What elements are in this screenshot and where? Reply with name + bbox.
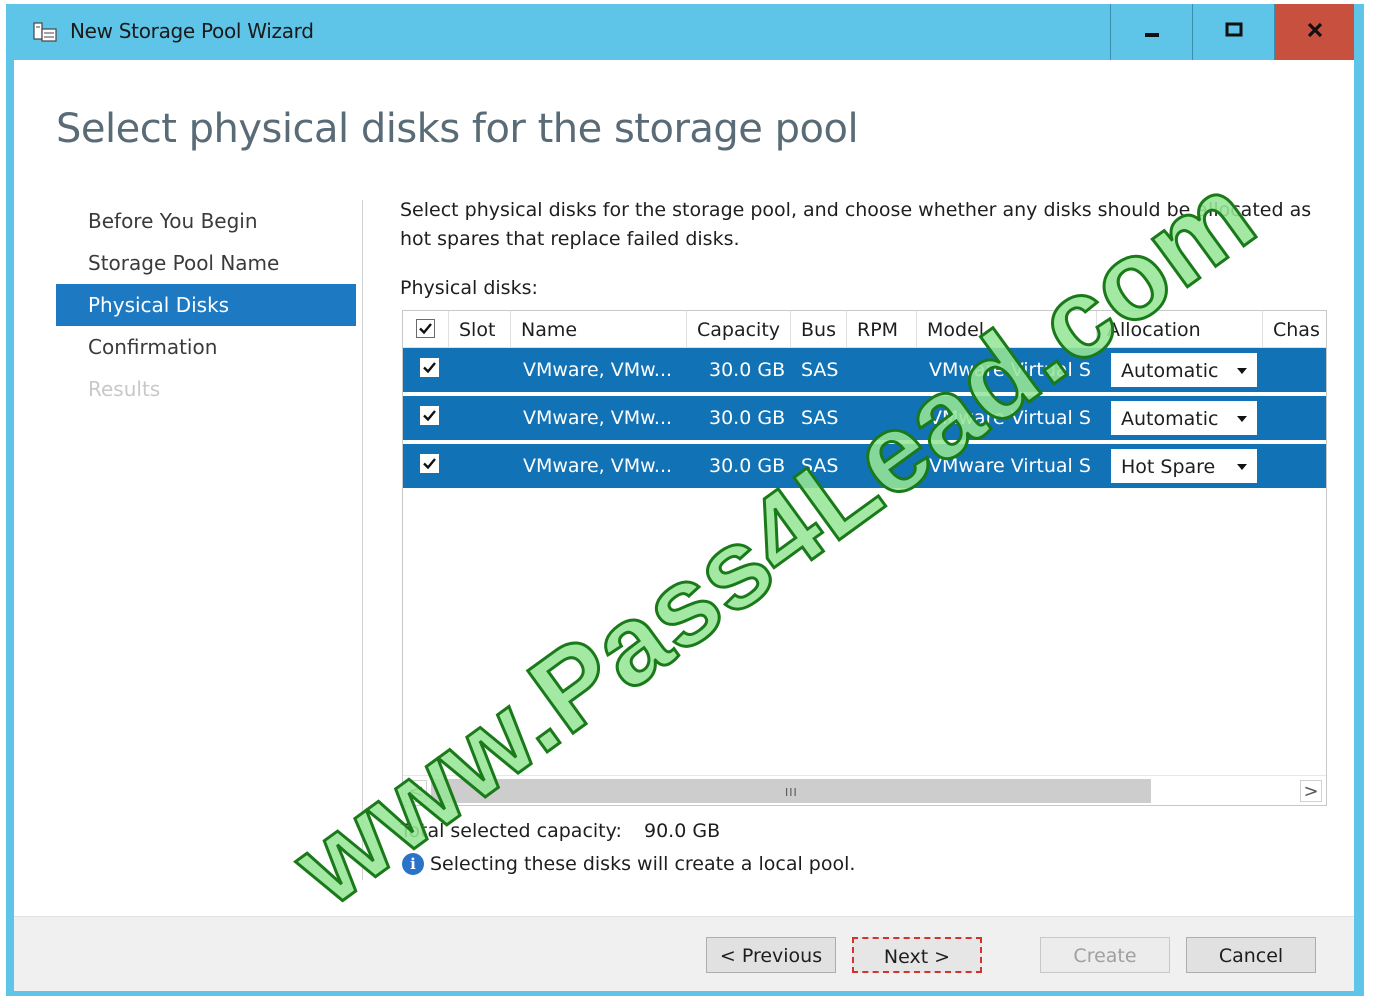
wizard-nav: Before You Begin Storage Pool Name Physi…: [56, 200, 356, 410]
column-header-capacity[interactable]: Capacity: [687, 311, 791, 347]
wizard-window: New Storage Pool Wizard Select physical …: [6, 4, 1364, 996]
scrollbar-grip-icon: III: [785, 786, 798, 799]
page-title: Select physical disks for the storage po…: [56, 106, 859, 152]
info-icon: i: [402, 853, 424, 875]
cell-bus: SAS: [801, 455, 839, 477]
scroll-right-button[interactable]: >: [1300, 780, 1322, 802]
cell-slot: [459, 444, 499, 488]
nav-item-before-you-begin[interactable]: Before You Begin: [56, 200, 356, 242]
column-header-model[interactable]: Model: [917, 311, 1097, 347]
total-capacity-label: Total selected capacity:: [400, 820, 622, 842]
chevron-down-icon: [1237, 464, 1247, 470]
select-all-header: [403, 311, 449, 347]
cell-bus: SAS: [801, 407, 839, 429]
column-header-bus[interactable]: Bus: [791, 311, 847, 347]
cell-name: VMware, VMw...: [523, 359, 673, 381]
table-row[interactable]: VMware, VMw... 30.0 GB SAS VMware Virtua…: [403, 396, 1326, 440]
cell-bus: SAS: [801, 359, 839, 381]
physical-disks-table: Slot Name Capacity Bus RPM Model Allocat…: [402, 310, 1327, 806]
wizard-footer: < Previous Next > Create Cancel: [14, 916, 1354, 991]
column-header-rpm[interactable]: RPM: [847, 311, 917, 347]
row-checkbox[interactable]: [420, 406, 439, 425]
cell-model: VMware Virtual S: [929, 455, 1091, 477]
cell-name: VMware, VMw...: [523, 407, 673, 429]
page-description: Select physical disks for the storage po…: [400, 199, 1312, 250]
column-header-chassis[interactable]: Chas: [1263, 311, 1326, 347]
allocation-value: Automatic: [1121, 360, 1219, 382]
cell-capacity: 30.0 GB: [709, 455, 786, 477]
row-checkbox[interactable]: [420, 358, 439, 377]
allocation-value: Hot Spare: [1121, 456, 1216, 478]
close-icon: [1305, 20, 1325, 44]
minimize-button[interactable]: [1110, 4, 1192, 60]
horizontal-scrollbar[interactable]: < III >: [403, 775, 1326, 805]
cell-capacity: 30.0 GB: [709, 359, 786, 381]
scrollbar-thumb[interactable]: III: [431, 779, 1151, 803]
window-title: New Storage Pool Wizard: [70, 19, 314, 43]
cell-slot: [459, 396, 499, 440]
wizard-client-area: Select physical disks for the storage po…: [14, 60, 1354, 991]
chevron-down-icon: [1237, 416, 1247, 422]
cell-name: VMware, VMw...: [523, 455, 673, 477]
total-capacity-value: 90.0 GB: [644, 820, 721, 842]
storage-pool-app-icon: [32, 20, 60, 44]
nav-item-physical-disks[interactable]: Physical Disks: [56, 284, 356, 326]
create-button: Create: [1040, 937, 1170, 973]
cancel-button[interactable]: Cancel: [1186, 937, 1316, 973]
info-message: Selecting these disks will create a loca…: [430, 853, 856, 875]
column-header-allocation[interactable]: Allocation: [1097, 311, 1263, 347]
physical-disks-label: Physical disks:: [400, 277, 538, 299]
cell-rpm: [857, 396, 913, 440]
maximize-button[interactable]: [1192, 4, 1274, 60]
row-checkbox[interactable]: [420, 454, 439, 473]
cell-rpm: [857, 444, 913, 488]
allocation-dropdown[interactable]: Automatic: [1111, 401, 1257, 435]
scroll-left-button[interactable]: <: [405, 780, 427, 802]
nav-item-results: Results: [88, 377, 161, 401]
nav-item-storage-pool-name[interactable]: Storage Pool Name: [56, 242, 356, 284]
column-header-slot[interactable]: Slot: [449, 311, 511, 347]
cell-model: VMware Virtual S: [929, 407, 1091, 429]
minimize-icon: [1142, 20, 1162, 44]
nav-item-confirmation[interactable]: Confirmation: [56, 326, 356, 368]
nav-divider: [362, 200, 363, 880]
allocation-dropdown[interactable]: Automatic: [1111, 353, 1257, 387]
table-row[interactable]: VMware, VMw... 30.0 GB SAS VMware Virtua…: [403, 444, 1326, 488]
select-all-checkbox[interactable]: [416, 319, 435, 338]
allocation-value: Automatic: [1121, 408, 1219, 430]
cell-model: VMware Virtual S: [929, 359, 1091, 381]
table-row[interactable]: VMware, VMw... 30.0 GB SAS VMware Virtua…: [403, 348, 1326, 392]
cell-slot: [459, 348, 499, 392]
close-button[interactable]: [1274, 4, 1354, 60]
next-button[interactable]: Next >: [852, 937, 982, 973]
allocation-dropdown[interactable]: Hot Spare: [1111, 449, 1257, 483]
chevron-down-icon: [1237, 368, 1247, 374]
maximize-icon: [1224, 20, 1244, 44]
previous-button[interactable]: < Previous: [706, 937, 836, 973]
column-header-name[interactable]: Name: [511, 311, 687, 347]
cell-capacity: 30.0 GB: [709, 407, 786, 429]
table-header: Slot Name Capacity Bus RPM Model Allocat…: [403, 311, 1326, 348]
title-bar[interactable]: New Storage Pool Wizard: [6, 4, 1364, 60]
cell-rpm: [857, 348, 913, 392]
